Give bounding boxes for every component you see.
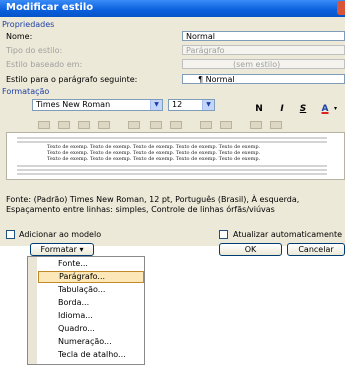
title-bar: Modificar estilo [0,0,345,17]
formatting-section-label: Formatação [2,87,50,96]
chevron-down-icon[interactable]: ▼ [150,100,162,110]
menu-item-frame[interactable]: Quadro... [38,323,144,335]
align-left-icon[interactable] [38,121,50,129]
add-to-template-checkbox[interactable] [6,230,15,239]
preview-next-paragraph [17,165,327,167]
style-preview: Texto de exemp. Texto de exemp. Texto de… [6,132,345,180]
italic-button[interactable]: I [275,104,289,114]
auto-update-label: Atualizar automaticamente [233,230,343,239]
font-value: Times New Roman [36,100,111,109]
preview-previous-paragraph [17,141,327,143]
menu-item-tabs[interactable]: Tabulação... [38,284,144,296]
name-field[interactable]: Normal [182,31,345,41]
style-type-label: Tipo do estilo: [6,46,63,55]
space-after-icon[interactable] [220,121,232,129]
close-button[interactable] [337,1,345,15]
preview-next-paragraph [17,169,327,171]
menu-icon-strip [28,257,37,364]
line-spacing-onehalf-icon[interactable] [150,121,162,129]
based-on-select: (sem estilo) [182,59,345,69]
menu-item-font[interactable]: Fonte... [38,258,144,270]
properties-section-label: Propriedades [2,20,55,29]
format-menu-button[interactable]: Formatar ▾ [30,243,94,256]
align-center-icon[interactable] [58,121,70,129]
ok-button[interactable]: OK [219,243,282,256]
line-spacing-double-icon[interactable] [170,121,182,129]
format-menu: Fonte... Parágrafo... Tabulação... Borda… [27,256,145,365]
next-style-select[interactable]: ¶ Normal [182,74,345,84]
cancel-button[interactable]: Cancelar [287,243,345,256]
next-style-label: Estilo para o parágrafo seguinte: [6,75,138,84]
name-label: Nome: [6,32,33,41]
description-line: Espaçamento entre linhas: simples, Contr… [6,205,275,214]
line-spacing-single-icon[interactable] [128,121,140,129]
menu-item-paragraph[interactable]: Parágrafo... [38,271,144,283]
style-type-select: Parágrafo [182,45,345,55]
menu-item-border[interactable]: Borda... [38,297,144,309]
preview-next-paragraph [17,173,327,175]
description-line: Fonte: (Padrão) Times New Roman, 12 pt, … [6,195,300,204]
window-title: Modificar estilo [6,2,94,13]
align-justify-icon[interactable] [98,121,110,129]
size-value: 12 [172,100,183,109]
menu-item-numbering[interactable]: Numeração... [38,336,144,348]
modify-style-dialog: Modificar estilo Propriedades Nome: Norm… [0,0,345,246]
space-before-icon[interactable] [200,121,212,129]
style-description: Fonte: (Padrão) Times New Roman, 12 pt, … [6,195,345,215]
bold-button[interactable]: N [252,104,266,114]
chevron-down-icon[interactable]: ▼ [202,100,214,110]
increase-indent-icon[interactable] [270,121,282,129]
font-color-dropdown-icon[interactable]: ▾ [334,105,337,112]
align-right-icon[interactable] [78,121,90,129]
preview-sample-text: Texto de exemp. Texto de exemp. Texto de… [47,156,261,162]
add-to-template-label: Adicionar ao modelo [19,230,102,239]
menu-item-shortcut-key[interactable]: Tecla de atalho... [38,349,144,361]
size-combo[interactable]: 12 ▼ [168,99,215,111]
based-on-label: Estilo baseado em: [6,60,83,69]
underline-button[interactable]: S [296,104,310,114]
font-color-button[interactable]: A [318,104,332,114]
menu-item-language[interactable]: Idioma... [38,310,144,322]
decrease-indent-icon[interactable] [250,121,262,129]
preview-previous-paragraph [17,137,327,139]
auto-update-checkbox[interactable] [219,230,228,239]
font-combo[interactable]: Times New Roman ▼ [32,99,163,111]
